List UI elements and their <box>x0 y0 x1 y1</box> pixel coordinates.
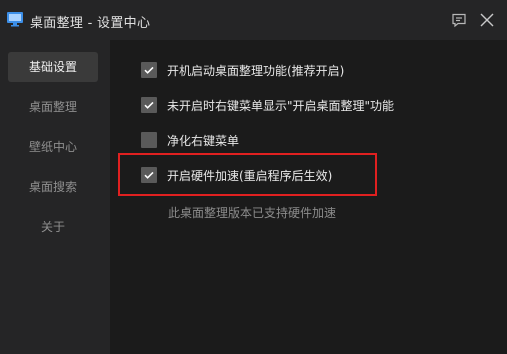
title-bar: 桌面整理 - 设置中心 <box>0 0 507 40</box>
sidebar-item-wallpaper-center[interactable]: 壁纸中心 <box>8 132 98 162</box>
sidebar-item-about[interactable]: 关于 <box>8 212 98 242</box>
hardware-acceleration-note: 此桌面整理版本已支持硬件加速 <box>168 206 337 220</box>
option-label: 开启硬件加速(重启程序后生效) <box>167 168 333 183</box>
option-autostart[interactable]: 开机启动桌面整理功能(推荐开启) <box>141 60 344 80</box>
close-icon[interactable] <box>479 12 495 28</box>
checkmark-icon <box>144 171 154 179</box>
option-context-menu-entry[interactable]: 未开启时右键菜单显示"开启桌面整理"功能 <box>141 95 394 115</box>
option-clean-context-menu[interactable]: 净化右键菜单 <box>141 130 239 150</box>
sidebar-item-desktop-search[interactable]: 桌面搜索 <box>8 172 98 202</box>
monitor-icon <box>6 10 24 28</box>
sidebar: 基础设置 桌面整理 壁纸中心 桌面搜索 关于 <box>0 40 110 354</box>
sidebar-item-desktop-organize[interactable]: 桌面整理 <box>8 92 98 122</box>
settings-window: 桌面整理 - 设置中心 基础设置 桌面整理 壁纸中心 桌面搜索 关于 开机启动桌… <box>0 0 507 354</box>
sidebar-item-basic-settings[interactable]: 基础设置 <box>8 52 98 82</box>
checkmark-icon <box>144 66 154 74</box>
clean-context-menu-checkbox[interactable] <box>141 132 157 148</box>
context-menu-entry-checkbox[interactable] <box>141 97 157 113</box>
autostart-checkbox[interactable] <box>141 62 157 78</box>
window-title: 桌面整理 - 设置中心 <box>30 16 151 31</box>
option-hardware-acceleration[interactable]: 开启硬件加速(重启程序后生效) <box>141 165 332 185</box>
option-label: 净化右键菜单 <box>167 133 240 148</box>
option-label: 开机启动桌面整理功能(推荐开启) <box>167 63 345 78</box>
checkmark-icon <box>144 101 154 109</box>
option-label: 未开启时右键菜单显示"开启桌面整理"功能 <box>167 98 395 113</box>
hardware-acceleration-checkbox[interactable] <box>141 167 157 183</box>
settings-content: 开机启动桌面整理功能(推荐开启) 未开启时右键菜单显示"开启桌面整理"功能 净化… <box>110 40 507 354</box>
feedback-icon[interactable] <box>451 12 467 28</box>
